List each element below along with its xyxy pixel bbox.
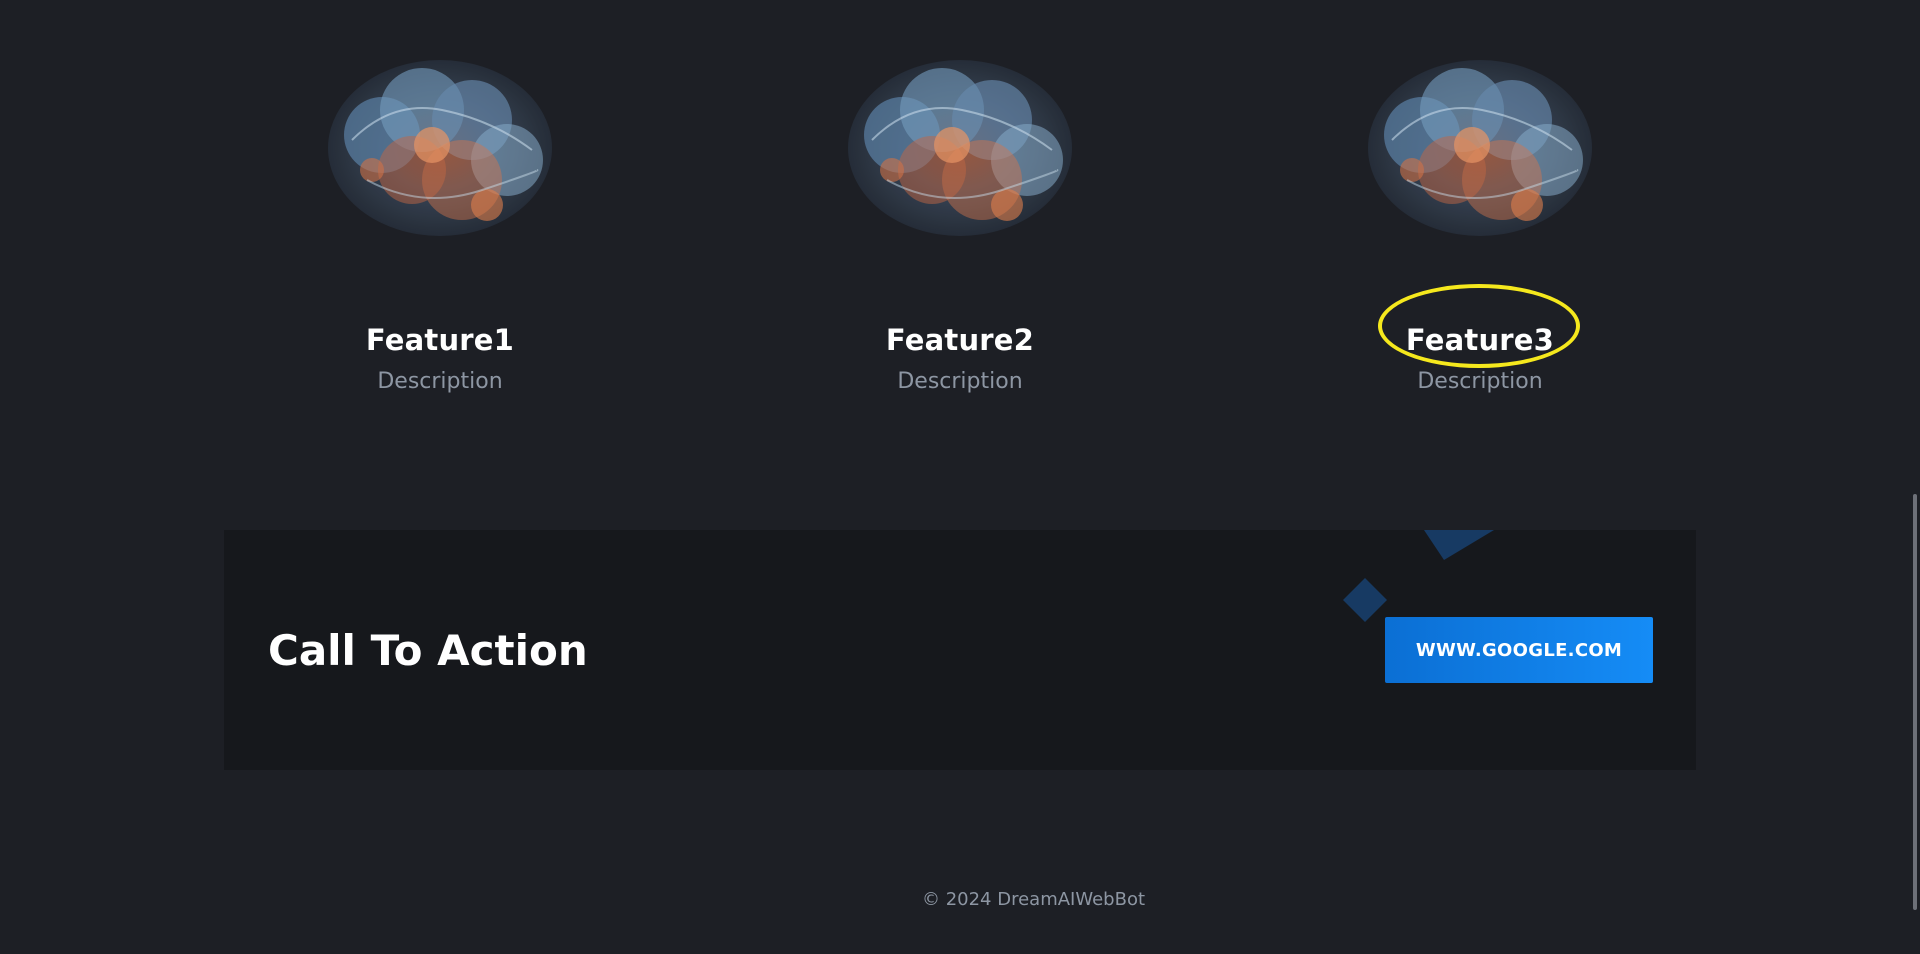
call-to-action-section: Call To Action WWW.GOOGLE.COM [224, 530, 1696, 770]
brain-illustration-icon [328, 60, 552, 236]
feature-card-2: Feature2 Description [760, 40, 1160, 396]
brain-illustration-icon [1368, 60, 1592, 236]
feature-card-1: Feature1 Description [240, 40, 640, 396]
cta-title: Call To Action [268, 626, 588, 675]
scrollbar-thumb[interactable] [1913, 494, 1917, 910]
decorative-triangle-icon [1424, 530, 1494, 560]
feature-description: Description [1417, 369, 1543, 394]
brain-illustration-icon [848, 60, 1072, 236]
cta-button[interactable]: WWW.GOOGLE.COM [1385, 617, 1653, 683]
feature-description: Description [897, 369, 1023, 394]
feature-title: Feature1 [365, 323, 515, 357]
decorative-diamond-icon [1343, 578, 1387, 622]
footer-copyright: © 2024 DreamAIWebBot [921, 889, 1146, 910]
feature-description: Description [377, 369, 503, 394]
highlight-annotation [1378, 284, 1580, 368]
feature-title: Feature2 [885, 323, 1035, 357]
page: Feature1 Description Feature2 Descriptio… [0, 0, 1920, 954]
